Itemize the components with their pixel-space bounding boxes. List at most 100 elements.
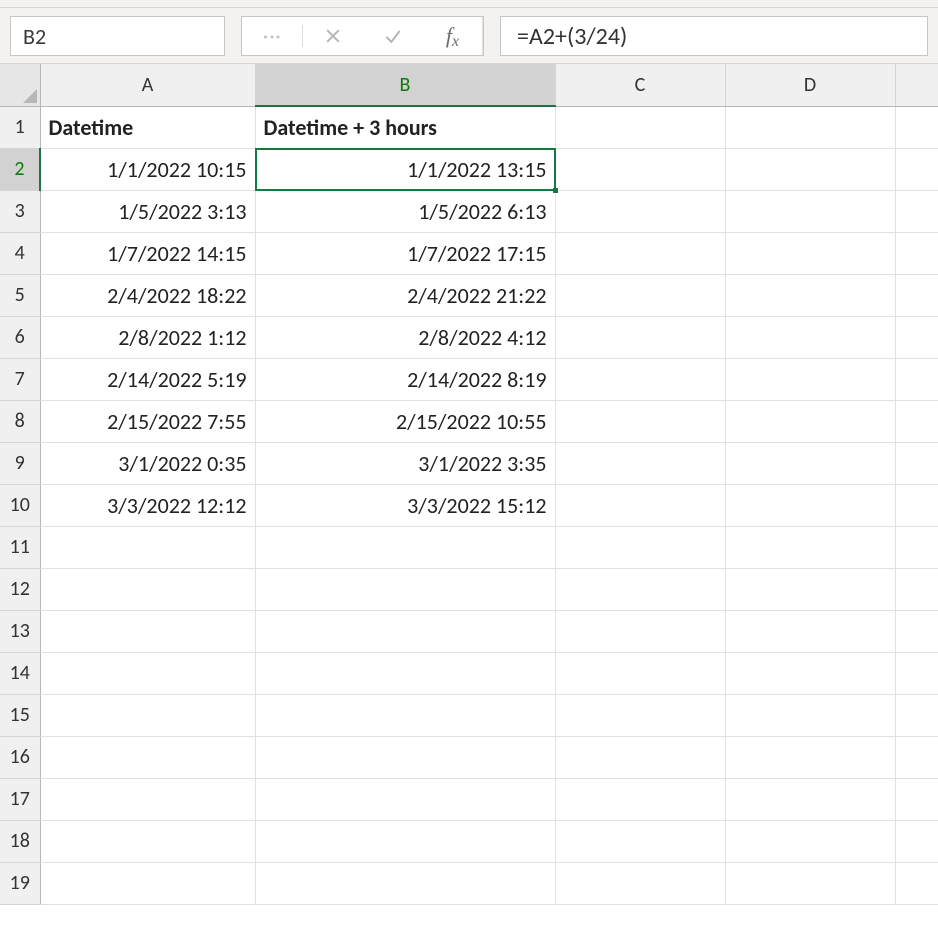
cell-partial-19[interactable]: [895, 862, 938, 904]
cell-B9[interactable]: 3/1/2022 3:35: [255, 442, 555, 484]
cell-A15[interactable]: [40, 694, 255, 736]
cell-B2[interactable]: 1/1/2022 13:15: [255, 148, 555, 190]
cell-D10[interactable]: [725, 484, 895, 526]
cell-A6[interactable]: 2/8/2022 1:12: [40, 316, 255, 358]
row-header-14[interactable]: 14: [0, 652, 40, 694]
cell-C9[interactable]: [555, 442, 725, 484]
cell-D12[interactable]: [725, 568, 895, 610]
cell-partial-18[interactable]: [895, 820, 938, 862]
cell-A19[interactable]: [40, 862, 255, 904]
cell-B4[interactable]: 1/7/2022 17:15: [255, 232, 555, 274]
cell-D2[interactable]: [725, 148, 895, 190]
cell-B19[interactable]: [255, 862, 555, 904]
cell-partial-8[interactable]: [895, 400, 938, 442]
cell-C13[interactable]: [555, 610, 725, 652]
cell-C15[interactable]: [555, 694, 725, 736]
row-header-5[interactable]: 5: [0, 274, 40, 316]
row-header-12[interactable]: 12: [0, 568, 40, 610]
cell-D19[interactable]: [725, 862, 895, 904]
cell-C3[interactable]: [555, 190, 725, 232]
col-header-C[interactable]: C: [555, 64, 725, 106]
cell-B13[interactable]: [255, 610, 555, 652]
name-box-input[interactable]: [21, 22, 275, 51]
cell-C5[interactable]: [555, 274, 725, 316]
cell-partial-9[interactable]: [895, 442, 938, 484]
cell-A18[interactable]: [40, 820, 255, 862]
cell-partial-4[interactable]: [895, 232, 938, 274]
cell-A1[interactable]: Datetime: [40, 106, 255, 148]
cell-B11[interactable]: [255, 526, 555, 568]
cell-C6[interactable]: [555, 316, 725, 358]
cell-D15[interactable]: [725, 694, 895, 736]
cell-B15[interactable]: [255, 694, 555, 736]
cell-A13[interactable]: [40, 610, 255, 652]
cell-C17[interactable]: [555, 778, 725, 820]
name-box[interactable]: ▼: [10, 16, 225, 56]
row-header-1[interactable]: 1: [0, 106, 40, 148]
cell-B8[interactable]: 2/15/2022 10:55: [255, 400, 555, 442]
cell-C2[interactable]: [555, 148, 725, 190]
row-header-19[interactable]: 19: [0, 862, 40, 904]
row-header-13[interactable]: 13: [0, 610, 40, 652]
cell-B6[interactable]: 2/8/2022 4:12: [255, 316, 555, 358]
select-all-corner[interactable]: [0, 64, 40, 106]
cell-A2[interactable]: 1/1/2022 10:15: [40, 148, 255, 190]
cell-partial-3[interactable]: [895, 190, 938, 232]
cell-C16[interactable]: [555, 736, 725, 778]
row-header-2[interactable]: 2: [0, 148, 40, 190]
formula-input[interactable]: [515, 21, 913, 52]
cell-D6[interactable]: [725, 316, 895, 358]
cell-C14[interactable]: [555, 652, 725, 694]
cell-B14[interactable]: [255, 652, 555, 694]
cell-D1[interactable]: [725, 106, 895, 148]
cell-A12[interactable]: [40, 568, 255, 610]
cell-partial-2[interactable]: [895, 148, 938, 190]
cell-A8[interactable]: 2/15/2022 7:55: [40, 400, 255, 442]
cell-A3[interactable]: 1/5/2022 3:13: [40, 190, 255, 232]
cell-partial-14[interactable]: [895, 652, 938, 694]
cell-C7[interactable]: [555, 358, 725, 400]
cell-B16[interactable]: [255, 736, 555, 778]
cell-A7[interactable]: 2/14/2022 5:19: [40, 358, 255, 400]
row-header-7[interactable]: 7: [0, 358, 40, 400]
cell-C11[interactable]: [555, 526, 725, 568]
col-header-B[interactable]: B: [255, 64, 555, 106]
cell-A11[interactable]: [40, 526, 255, 568]
row-header-18[interactable]: 18: [0, 820, 40, 862]
cell-D8[interactable]: [725, 400, 895, 442]
cell-C1[interactable]: [555, 106, 725, 148]
cell-B1[interactable]: Datetime + 3 hours: [255, 106, 555, 148]
col-header-D[interactable]: D: [725, 64, 895, 106]
cell-A4[interactable]: 1/7/2022 14:15: [40, 232, 255, 274]
cell-partial-6[interactable]: [895, 316, 938, 358]
cell-partial-13[interactable]: [895, 610, 938, 652]
cell-C18[interactable]: [555, 820, 725, 862]
cell-partial-7[interactable]: [895, 358, 938, 400]
cell-partial-10[interactable]: [895, 484, 938, 526]
cell-partial-17[interactable]: [895, 778, 938, 820]
row-header-10[interactable]: 10: [0, 484, 40, 526]
cell-B12[interactable]: [255, 568, 555, 610]
spreadsheet-grid[interactable]: ABCD1DatetimeDatetime + 3 hours21/1/2022…: [0, 64, 938, 905]
cell-A16[interactable]: [40, 736, 255, 778]
cell-D9[interactable]: [725, 442, 895, 484]
col-header-A[interactable]: A: [40, 64, 255, 106]
expand-icon[interactable]: ⋮: [242, 17, 302, 55]
cell-D7[interactable]: [725, 358, 895, 400]
row-header-3[interactable]: 3: [0, 190, 40, 232]
cell-C4[interactable]: [555, 232, 725, 274]
row-header-6[interactable]: 6: [0, 316, 40, 358]
enter-icon[interactable]: [363, 17, 423, 55]
cell-A10[interactable]: 3/3/2022 12:12: [40, 484, 255, 526]
cell-partial-12[interactable]: [895, 568, 938, 610]
cell-A17[interactable]: [40, 778, 255, 820]
row-header-8[interactable]: 8: [0, 400, 40, 442]
cell-B18[interactable]: [255, 820, 555, 862]
cell-D16[interactable]: [725, 736, 895, 778]
cell-D4[interactable]: [725, 232, 895, 274]
insert-function-button[interactable]: fx: [423, 17, 483, 55]
cell-partial-16[interactable]: [895, 736, 938, 778]
cell-B3[interactable]: 1/5/2022 6:13: [255, 190, 555, 232]
cell-C8[interactable]: [555, 400, 725, 442]
row-header-16[interactable]: 16: [0, 736, 40, 778]
